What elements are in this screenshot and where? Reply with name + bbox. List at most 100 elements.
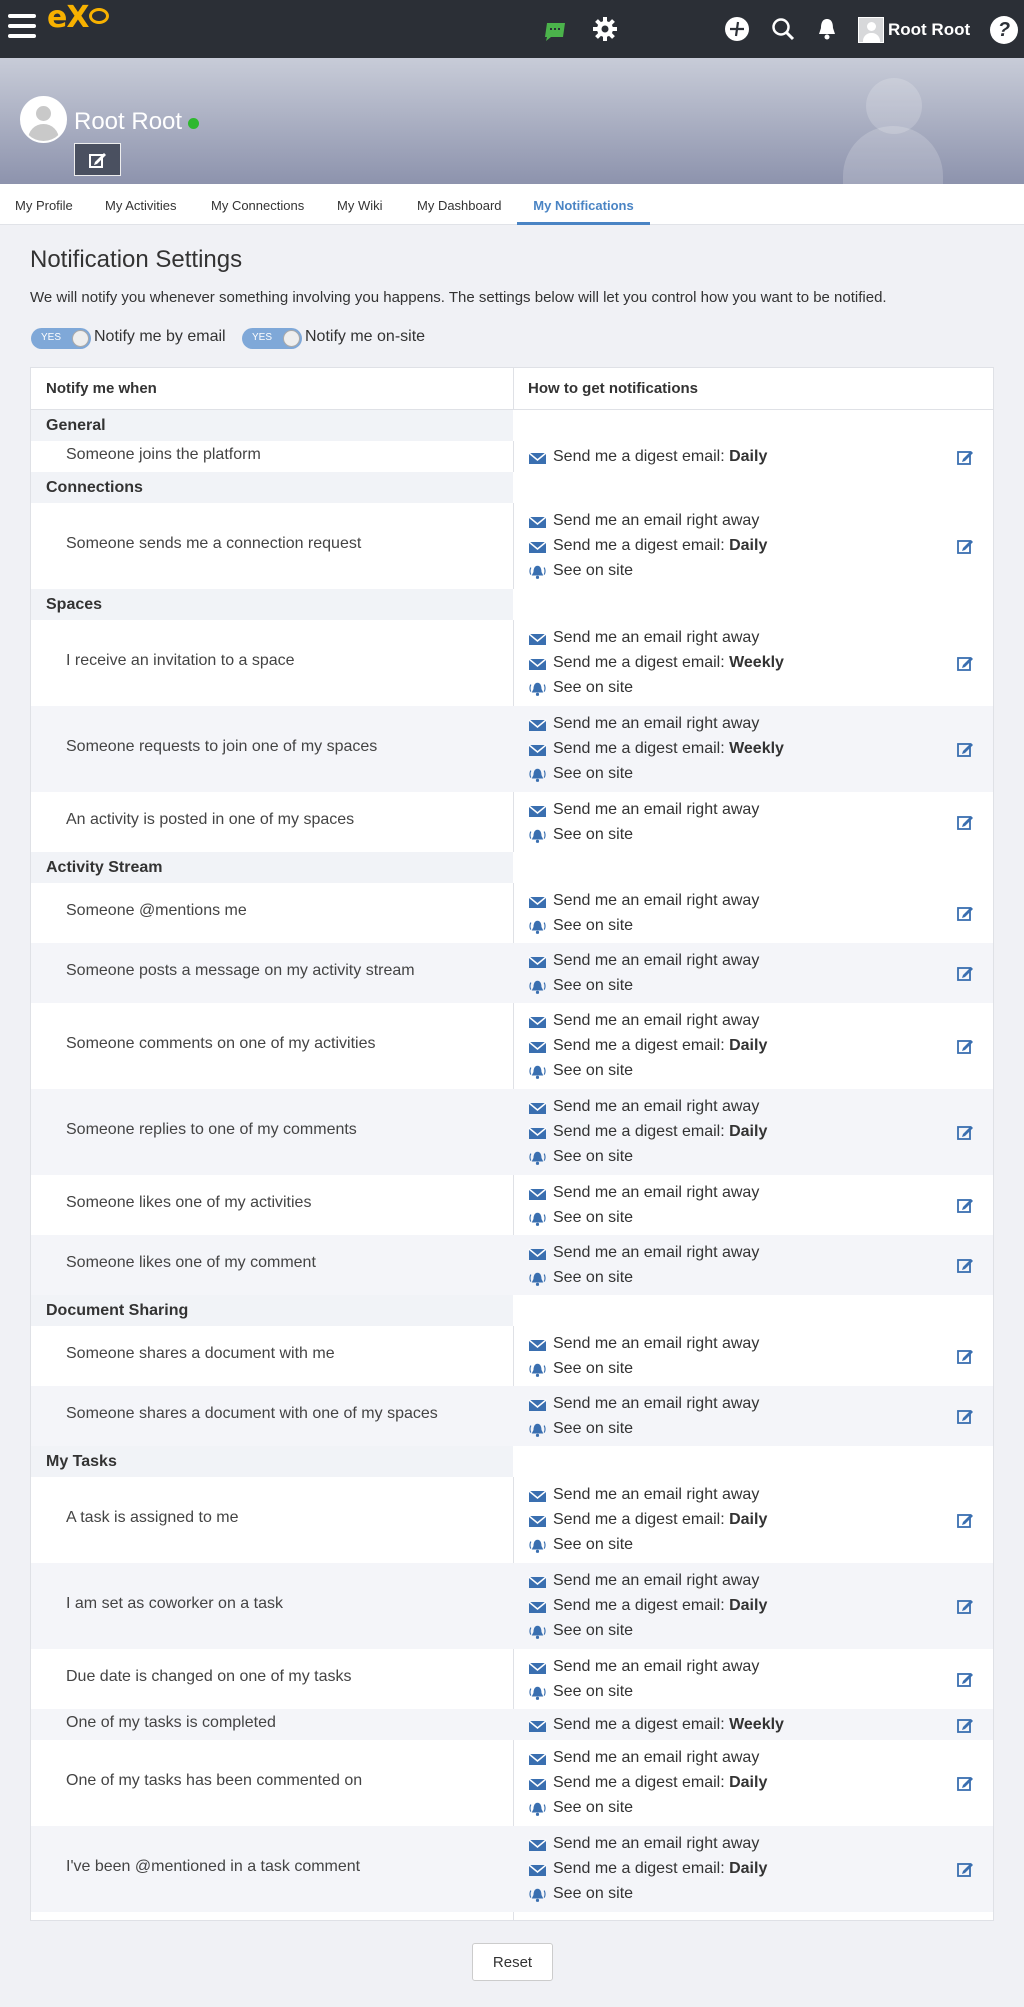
edit-profile-button[interactable] bbox=[74, 143, 121, 176]
group-title: Activity Stream bbox=[46, 859, 163, 876]
tab-my-connections[interactable]: My Connections bbox=[211, 184, 304, 225]
notification-label: Someone likes one of my comment bbox=[66, 1254, 316, 1271]
edit-icon[interactable] bbox=[957, 1775, 974, 1792]
edit-icon[interactable] bbox=[957, 1348, 974, 1365]
tab-my-activities[interactable]: My Activities bbox=[105, 184, 177, 225]
group-header: Spaces bbox=[31, 589, 993, 620]
email-toggle-label: Notify me by email bbox=[94, 328, 226, 345]
chat-icon[interactable] bbox=[542, 18, 568, 44]
notification-label: I've been @mentioned in a task comment bbox=[66, 1858, 361, 1875]
digest-frequency: Weekly bbox=[729, 654, 784, 671]
table-row: Someone comments on one of my activities… bbox=[31, 1003, 993, 1089]
group-title: My Tasks bbox=[46, 1453, 117, 1470]
bell-icon bbox=[529, 682, 546, 696]
group-title: Spaces bbox=[46, 596, 103, 613]
email-notification-toggle[interactable]: YES bbox=[31, 328, 91, 349]
envelope-icon bbox=[528, 1839, 547, 1851]
edit-icon bbox=[89, 153, 106, 168]
envelope-icon bbox=[528, 541, 547, 553]
top-navigation-bar: eX Root Root ? bbox=[0, 0, 1024, 58]
envelope-icon bbox=[528, 1661, 547, 1674]
table-row: Someone requests to join one of my space… bbox=[31, 706, 993, 792]
group-title: Document Sharing bbox=[46, 1302, 189, 1319]
table-row: Someone replies to one of my comments Sen… bbox=[31, 1089, 993, 1175]
envelope-icon bbox=[528, 1490, 547, 1502]
column-header-how-to-notify: How to get notifications bbox=[528, 380, 698, 397]
page-title: Notification Settings bbox=[30, 246, 243, 273]
edit-icon[interactable] bbox=[957, 1598, 974, 1615]
reset-button[interactable]: Reset bbox=[472, 1943, 553, 1981]
group-header: General bbox=[31, 410, 993, 441]
notification-label: Someone posts a message on my activity s… bbox=[66, 962, 415, 979]
edit-icon[interactable] bbox=[957, 905, 974, 922]
edit-icon[interactable] bbox=[957, 449, 974, 466]
bell-icon bbox=[529, 1363, 546, 1377]
edit-icon[interactable] bbox=[957, 1717, 974, 1734]
notification-label: Someone comments on one of my activities bbox=[66, 1035, 376, 1052]
bell-icon bbox=[529, 1686, 546, 1700]
notification-label: Someone shares a document with me bbox=[66, 1345, 335, 1362]
help-icon[interactable]: ? bbox=[990, 16, 1018, 44]
digest-frequency: Daily bbox=[729, 1123, 768, 1140]
tab-my-dashboard[interactable]: My Dashboard bbox=[417, 184, 502, 225]
exo-logo[interactable]: eX bbox=[47, 0, 110, 35]
edit-icon[interactable] bbox=[957, 538, 974, 555]
hamburger-menu-icon[interactable] bbox=[8, 14, 36, 38]
bell-icon bbox=[529, 1212, 546, 1226]
digest-frequency: Daily bbox=[729, 447, 768, 465]
bell-icon bbox=[529, 1539, 546, 1553]
table-row: Someone likes one of my activities Send m… bbox=[31, 1175, 993, 1235]
bell-icon bbox=[529, 829, 546, 843]
onsite-notification-toggle[interactable]: YES bbox=[242, 328, 302, 349]
page-description: We will notify you whenever something in… bbox=[30, 289, 887, 306]
tab-my-profile[interactable]: My Profile bbox=[15, 184, 73, 225]
digest-frequency: Weekly bbox=[729, 740, 784, 757]
edit-icon[interactable] bbox=[957, 965, 974, 982]
tab-my-wiki[interactable]: My Wiki bbox=[337, 184, 383, 225]
notification-label: One of my tasks is completed bbox=[66, 1713, 276, 1731]
edit-icon[interactable] bbox=[957, 1512, 974, 1529]
envelope-icon bbox=[528, 633, 547, 645]
edit-icon[interactable] bbox=[957, 1671, 974, 1688]
profile-avatar[interactable] bbox=[20, 96, 67, 143]
envelope-icon bbox=[528, 744, 547, 756]
envelope-icon bbox=[528, 1753, 547, 1765]
table-row: Someone joins the platform Send me a dige… bbox=[31, 441, 993, 472]
envelope-icon bbox=[528, 804, 547, 817]
add-icon[interactable] bbox=[724, 16, 750, 42]
envelope-icon bbox=[528, 1127, 547, 1139]
table-row: An activity is posted in one of my space… bbox=[31, 792, 993, 852]
gear-icon[interactable] bbox=[592, 16, 618, 42]
edit-icon[interactable] bbox=[957, 814, 974, 831]
envelope-icon bbox=[528, 895, 547, 908]
notification-label: A task is assigned to me bbox=[66, 1509, 239, 1526]
notification-label: Due date is changed on one of my tasks bbox=[66, 1668, 352, 1685]
edit-icon[interactable] bbox=[957, 1861, 974, 1878]
edit-icon[interactable] bbox=[957, 741, 974, 758]
bell-icon bbox=[529, 1888, 546, 1902]
edit-icon[interactable] bbox=[957, 1124, 974, 1141]
edit-icon[interactable] bbox=[957, 1197, 974, 1214]
envelope-icon bbox=[528, 1719, 547, 1732]
edit-icon[interactable] bbox=[957, 1257, 974, 1274]
notification-settings-table: Notify me when How to get notifications … bbox=[30, 367, 994, 1921]
tab-my-notifications[interactable]: My Notifications bbox=[517, 184, 650, 225]
edit-icon[interactable] bbox=[957, 1038, 974, 1055]
user-avatar bbox=[858, 17, 884, 43]
edit-icon[interactable] bbox=[957, 1408, 974, 1425]
bell-icon bbox=[529, 1065, 546, 1079]
table-row: Someone posts a message on my activity s… bbox=[31, 943, 993, 1003]
notification-label: Someone replies to one of my comments bbox=[66, 1121, 357, 1138]
user-menu[interactable]: Root Root bbox=[858, 17, 970, 43]
envelope-icon bbox=[528, 719, 547, 731]
digest-frequency: Daily bbox=[729, 1597, 768, 1614]
table-row: Due date is changed on one of my tasks Se… bbox=[31, 1649, 993, 1709]
notifications-bell-icon[interactable] bbox=[814, 16, 840, 42]
bell-icon bbox=[529, 768, 546, 782]
bell-icon bbox=[529, 1151, 546, 1165]
envelope-icon bbox=[528, 1515, 547, 1527]
notification-label: Someone joins the platform bbox=[66, 445, 261, 463]
search-icon[interactable] bbox=[770, 16, 796, 42]
edit-icon[interactable] bbox=[957, 655, 974, 672]
bell-icon bbox=[529, 1802, 546, 1816]
